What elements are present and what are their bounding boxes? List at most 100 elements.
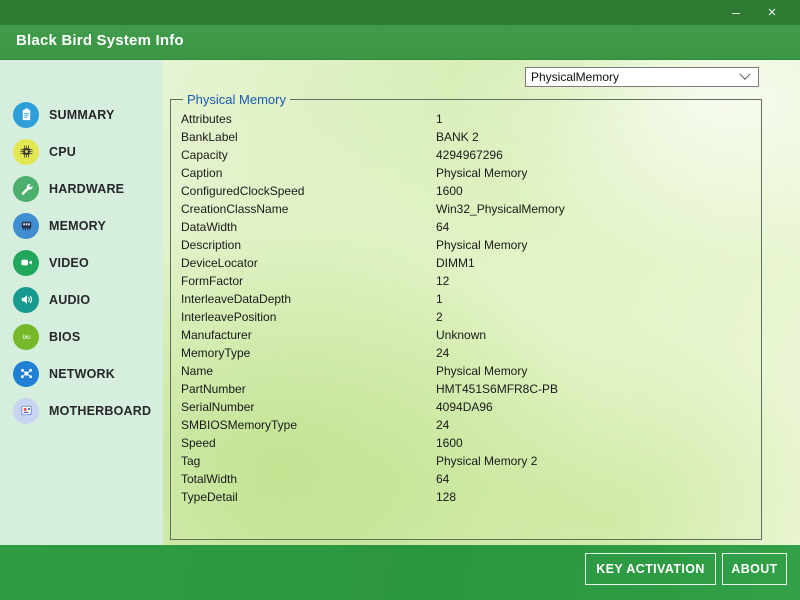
sidebar-item-network[interactable]: NETWORK	[0, 355, 163, 392]
property-name: Manufacturer	[181, 328, 436, 342]
sidebar-item-hardware[interactable]: HARDWARE	[0, 170, 163, 207]
sidebar-item-label: BIOS	[49, 330, 80, 344]
table-row: ConfiguredClockSpeed1600	[181, 182, 761, 200]
property-value: 64	[436, 472, 449, 486]
property-name: PartNumber	[181, 382, 436, 396]
sidebar-item-label: MEMORY	[49, 219, 106, 233]
table-row: MemoryType24	[181, 344, 761, 362]
app-title: Black Bird System Info	[16, 32, 184, 49]
property-name: BankLabel	[181, 130, 436, 144]
table-row: CreationClassNameWin32_PhysicalMemory	[181, 200, 761, 218]
wmi-class-dropdown[interactable]: PhysicalMemory	[525, 67, 759, 87]
table-row: NamePhysical Memory	[181, 362, 761, 380]
sidebar-item-label: SUMMARY	[49, 108, 115, 122]
property-value: 64	[436, 220, 449, 234]
property-name: TotalWidth	[181, 472, 436, 486]
dropdown-selected-value: PhysicalMemory	[526, 70, 741, 84]
property-value: Physical Memory	[436, 364, 527, 378]
property-name: MemoryType	[181, 346, 436, 360]
sidebar-item-video[interactable]: VIDEO	[0, 244, 163, 281]
sidebar-item-label: VIDEO	[49, 256, 89, 270]
svg-text:bio: bio	[22, 334, 31, 341]
property-value: 12	[436, 274, 449, 288]
table-row: DataWidth64	[181, 218, 761, 236]
property-name: DeviceLocator	[181, 256, 436, 270]
sidebar: SUMMARY CPU HARDWARE MEMORY VIDEO	[0, 60, 163, 545]
property-value: HMT451S6MFR8C-PB	[436, 382, 558, 396]
table-row: DeviceLocatorDIMM1	[181, 254, 761, 272]
property-name: SerialNumber	[181, 400, 436, 414]
property-value: Win32_PhysicalMemory	[436, 202, 565, 216]
speaker-icon	[13, 287, 39, 313]
clipboard-icon	[13, 102, 39, 128]
property-name: Speed	[181, 436, 436, 450]
property-value: 128	[436, 490, 456, 504]
sidebar-item-label: HARDWARE	[49, 182, 124, 196]
close-button[interactable]: ×	[760, 2, 784, 23]
app-window: – × Black Bird System Info SUMMARY CPU H…	[0, 0, 800, 600]
property-value: DIMM1	[436, 256, 475, 270]
table-row: TagPhysical Memory 2	[181, 452, 761, 470]
property-value: 1600	[436, 436, 463, 450]
about-button[interactable]: ABOUT	[722, 553, 787, 585]
property-value: Physical Memory	[436, 238, 527, 252]
motherboard-icon	[13, 398, 39, 424]
property-name: Caption	[181, 166, 436, 180]
chevron-down-icon	[739, 69, 750, 80]
table-row: Capacity4294967296	[181, 146, 761, 164]
table-row: Attributes1	[181, 110, 761, 128]
footer-bar: KEY ACTIVATION ABOUT	[0, 545, 800, 600]
network-icon	[13, 361, 39, 387]
minimize-button[interactable]: –	[724, 2, 748, 23]
panel-title: Physical Memory	[183, 92, 290, 107]
table-row: FormFactor12	[181, 272, 761, 290]
property-name: Description	[181, 238, 436, 252]
property-value: 1	[436, 112, 443, 126]
sidebar-item-memory[interactable]: MEMORY	[0, 207, 163, 244]
table-row: SerialNumber4094DA96	[181, 398, 761, 416]
window-chrome-strip: – ×	[0, 0, 800, 25]
table-row: TotalWidth64	[181, 470, 761, 488]
title-bar: Black Bird System Info	[0, 25, 800, 60]
sidebar-item-bios[interactable]: bio BIOS	[0, 318, 163, 355]
table-row: SMBIOSMemoryType24	[181, 416, 761, 434]
property-name: CreationClassName	[181, 202, 436, 216]
key-activation-button[interactable]: KEY ACTIVATION	[585, 553, 716, 585]
property-value: Unknown	[436, 328, 486, 342]
table-row: TypeDetail128	[181, 488, 761, 506]
sidebar-item-label: AUDIO	[49, 293, 90, 307]
property-value: BANK 2	[436, 130, 479, 144]
physical-memory-panel: Physical Memory Attributes1 BankLabelBAN…	[170, 92, 762, 540]
property-value: 24	[436, 346, 449, 360]
sidebar-item-summary[interactable]: SUMMARY	[0, 96, 163, 133]
cpu-chip-icon	[13, 139, 39, 165]
ram-icon	[13, 213, 39, 239]
property-name: ConfiguredClockSpeed	[181, 184, 436, 198]
video-camera-icon	[13, 250, 39, 276]
property-value: Physical Memory 2	[436, 454, 537, 468]
sidebar-item-label: MOTHERBOARD	[49, 404, 151, 418]
property-value: 4094DA96	[436, 400, 493, 414]
property-name: InterleavePosition	[181, 310, 436, 324]
property-name: TypeDetail	[181, 490, 436, 504]
property-name: FormFactor	[181, 274, 436, 288]
property-name: DataWidth	[181, 220, 436, 234]
property-value: 1	[436, 292, 443, 306]
property-name: Attributes	[181, 112, 436, 126]
table-row: CaptionPhysical Memory	[181, 164, 761, 182]
sidebar-item-label: NETWORK	[49, 367, 115, 381]
tools-icon	[13, 176, 39, 202]
table-row: Speed1600	[181, 434, 761, 452]
table-row: InterleaveDataDepth1	[181, 290, 761, 308]
property-name: Name	[181, 364, 436, 378]
sidebar-item-motherboard[interactable]: MOTHERBOARD	[0, 392, 163, 429]
property-name: Tag	[181, 454, 436, 468]
sidebar-item-cpu[interactable]: CPU	[0, 133, 163, 170]
sidebar-item-label: CPU	[49, 145, 76, 159]
sidebar-item-audio[interactable]: AUDIO	[0, 281, 163, 318]
table-row: PartNumberHMT451S6MFR8C-PB	[181, 380, 761, 398]
table-row: InterleavePosition2	[181, 308, 761, 326]
table-row: BankLabelBANK 2	[181, 128, 761, 146]
property-value: 4294967296	[436, 148, 503, 162]
property-name: Capacity	[181, 148, 436, 162]
